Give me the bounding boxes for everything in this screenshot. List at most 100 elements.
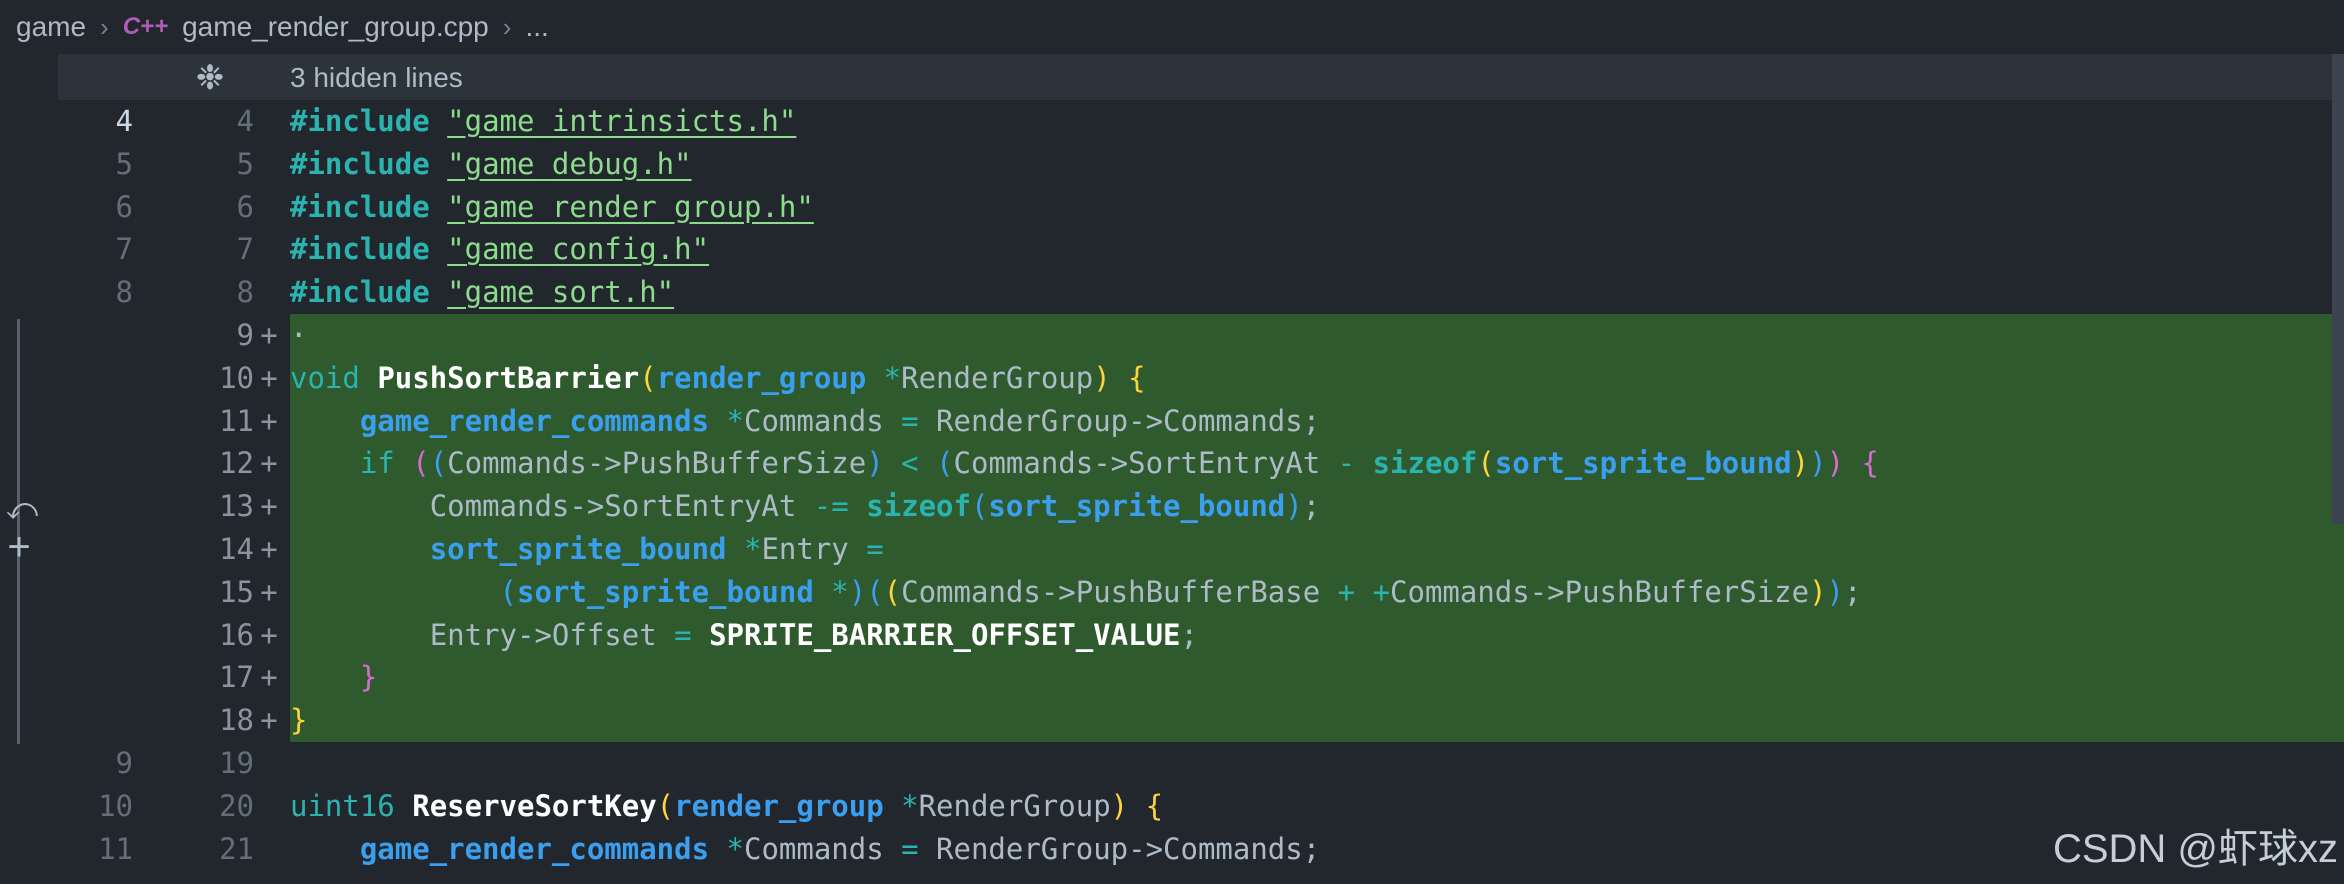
- code-token: =: [901, 403, 919, 438]
- code-token: ): [1285, 489, 1303, 524]
- code-line[interactable]: 17 + }: [0, 656, 2344, 700]
- code-token: if: [359, 446, 395, 481]
- added-marker: +: [260, 574, 278, 609]
- code-line[interactable]: 5 5 #include "game_debug.h": [0, 143, 2344, 186]
- code-token: *: [726, 831, 744, 866]
- new-line-number: 11: [219, 403, 254, 438]
- code-token: "game_intrinsicts.h": [447, 104, 797, 138]
- added-marker: +: [260, 531, 278, 566]
- code-line[interactable]: 10 20 uint16 ReserveSortKey(render_group *…: [0, 785, 2344, 828]
- code-line[interactable]: 16 + Entry->Offset = SPRITE_BARRIER_OFFSE…: [0, 613, 2344, 657]
- code-token: #include: [290, 104, 430, 138]
- code-text[interactable]: uint16 ReserveSortKey(render_group *Rend…: [290, 785, 1163, 828]
- code-token: ;: [1844, 574, 1862, 609]
- code-token: render_group: [656, 360, 867, 395]
- code-text[interactable]: sort_sprite_bound *Entry =: [290, 528, 884, 571]
- code-token: RenderGroup->Commands;: [918, 831, 1321, 866]
- code-text[interactable]: #include "game_intrinsicts.h": [290, 100, 796, 143]
- breadcrumb-more[interactable]: ...: [525, 11, 548, 43]
- code-text[interactable]: ·: [290, 314, 307, 357]
- code-token: {: [1861, 446, 1879, 481]
- code-token: (: [883, 574, 902, 609]
- code-text[interactable]: void PushSortBarrier(render_group *Rende…: [290, 357, 1146, 400]
- added-line-highlight: [290, 699, 2344, 742]
- code-text[interactable]: Entry->Offset = SPRITE_BARRIER_OFFSET_VA…: [290, 614, 1198, 657]
- code-line[interactable]: 7 7 #include "game_config.h": [0, 228, 2344, 271]
- code-token: =: [866, 531, 884, 566]
- code-text[interactable]: #include "game_config.h": [290, 228, 709, 271]
- code-text[interactable]: if ((Commands->PushBufferSize) < (Comman…: [290, 442, 1879, 485]
- code-line[interactable]: 10 + void PushSortBarrier(render_group *Re…: [0, 356, 2344, 400]
- code-token: game_render_commands: [359, 403, 710, 438]
- new-line-number: 19: [219, 745, 254, 780]
- code-token: ): [866, 446, 884, 481]
- code-token: *: [883, 360, 902, 395]
- code-token: PushSortBarrier: [377, 360, 640, 395]
- code-text[interactable]: (sort_sprite_bound *)((Commands->PushBuf…: [290, 571, 1862, 614]
- code-line[interactable]: 11 + game_render_commands *Commands = Ren…: [0, 399, 2344, 443]
- diff-editor[interactable]: ⤺ + ❉ 3 hidden lines 4 4 #include "game_in…: [0, 54, 2344, 884]
- code-text[interactable]: Commands->SortEntryAt -= sizeof(sort_spr…: [290, 485, 1320, 528]
- new-line-number: 4: [236, 104, 254, 138]
- added-line-highlight: [290, 313, 2344, 357]
- new-line-number: 5: [236, 146, 254, 181]
- breadcrumb-folder[interactable]: game: [16, 11, 86, 43]
- code-line[interactable]: 11 21 game_render_commands *Commands = Re…: [0, 828, 2344, 871]
- code-token: }: [359, 660, 378, 695]
- new-line-number: 21: [219, 831, 254, 866]
- code-line[interactable]: 8 8 #include "game_sort.h": [0, 271, 2344, 314]
- code-token: ): [1110, 788, 1129, 823]
- breadcrumb-file[interactable]: game_render_group.cpp: [182, 11, 489, 43]
- code-token: sizeof: [866, 489, 971, 524]
- code-line[interactable]: 13 + Commands->SortEntryAt -= sizeof(sort…: [0, 485, 2344, 528]
- code-token: Commands->SortEntryAt: [429, 489, 814, 524]
- code-line[interactable]: 18 +}: [0, 699, 2344, 742]
- hidden-lines-bar[interactable]: ❉ 3 hidden lines: [58, 54, 2344, 100]
- code-token: ): [848, 574, 867, 609]
- code-token: (: [656, 788, 675, 823]
- code-text[interactable]: }: [290, 699, 307, 742]
- added-marker: +: [260, 660, 278, 695]
- new-line-number: 17: [219, 660, 254, 695]
- code-line[interactable]: 14 + sort_sprite_bound *Entry =: [0, 527, 2344, 571]
- code-line[interactable]: 9 + ·: [0, 313, 2344, 357]
- code-token: Commands->PushBufferBase: [901, 574, 1338, 609]
- code-line[interactable]: 12 + if ((Commands->PushBufferSize) < (Co…: [0, 442, 2344, 486]
- code-text[interactable]: #include "game_render_group.h": [290, 186, 814, 229]
- vertical-scrollbar[interactable]: [2332, 54, 2344, 524]
- new-line-number: 18: [219, 703, 254, 738]
- code-line[interactable]: 6 6 #include "game_render_group.h": [0, 186, 2344, 229]
- code-line[interactable]: 15 + (sort_sprite_bound *)((Commands->Pus…: [0, 570, 2344, 614]
- code-text[interactable]: #include "game_sort.h": [290, 271, 674, 314]
- code-line[interactable]: 4 4 #include "game_intrinsicts.h": [0, 100, 2344, 143]
- code-token: sort_sprite_bound: [988, 489, 1286, 524]
- code-token: render_group: [674, 788, 884, 823]
- code-text[interactable]: game_render_commands *Commands = RenderG…: [290, 828, 1320, 871]
- code-token: *: [831, 574, 849, 609]
- code-token: -: [1337, 446, 1356, 481]
- code-text[interactable]: #include "game_debug.h": [290, 143, 692, 186]
- old-line-number: 9: [115, 745, 133, 780]
- code-text[interactable]: }: [290, 656, 377, 699]
- code-token: sort_sprite_bound: [1494, 446, 1792, 481]
- code-token: {: [1145, 788, 1164, 823]
- code-text[interactable]: game_render_commands *Commands = RenderG…: [290, 400, 1320, 443]
- code-line[interactable]: 9 19: [0, 742, 2344, 785]
- unfold-icon[interactable]: ❉: [192, 60, 228, 96]
- hidden-lines-label[interactable]: 3 hidden lines: [290, 62, 463, 94]
- code-token: Commands->PushBufferSize: [1390, 574, 1810, 609]
- code-token: ReserveSortKey: [412, 788, 657, 823]
